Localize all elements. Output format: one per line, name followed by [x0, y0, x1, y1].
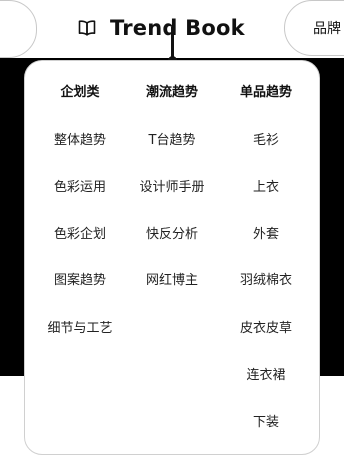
nav-item-brands[interactable]: 品牌 — [284, 0, 344, 56]
menu-item[interactable]: 连衣裙 — [219, 364, 313, 383]
nav-item-brands-label: 品牌 — [313, 21, 341, 37]
menu-item[interactable]: 网红博主 — [125, 269, 219, 288]
menu-item[interactable]: 快反分析 — [125, 223, 219, 242]
menu-item[interactable]: 下装 — [219, 411, 313, 430]
open-book-icon — [78, 20, 96, 36]
menu-item[interactable]: 细节与工艺 — [33, 317, 127, 336]
menu-column-heading: 潮流趋势 — [145, 85, 198, 100]
menu-column-heading: 企划类 — [60, 85, 100, 100]
menu-column-heading: 单品趋势 — [239, 85, 292, 100]
page: 品牌 Trend Book 企划类 整体趋势 色彩运用 色彩企划 图案趋势 细节… — [0, 0, 344, 455]
brand-title: Trend Book — [110, 16, 245, 40]
menu-item[interactable]: 上衣 — [219, 176, 313, 195]
menu-item[interactable]: 皮衣皮草 — [219, 317, 313, 336]
menu-item[interactable]: 外套 — [219, 223, 313, 242]
menu-item[interactable]: 毛衫 — [219, 129, 313, 148]
menu-item[interactable]: 色彩运用 — [33, 176, 127, 195]
menu-item[interactable]: T台趋势 — [125, 129, 219, 148]
trend-book-menu-trigger[interactable]: Trend Book — [78, 12, 245, 44]
menu-item[interactable]: 图案趋势 — [33, 269, 127, 288]
menu-item[interactable]: 整体趋势 — [33, 129, 127, 148]
menu-item[interactable]: 设计师手册 — [125, 176, 219, 195]
menu-item[interactable]: 色彩企划 — [33, 223, 127, 242]
menu-item[interactable]: 羽绒棉衣 — [219, 269, 313, 288]
nav-pill-left[interactable] — [0, 0, 37, 58]
trend-book-dropdown: 企划类 整体趋势 色彩运用 色彩企划 图案趋势 细节与工艺 潮流趋势 T台趋势 … — [24, 60, 320, 455]
